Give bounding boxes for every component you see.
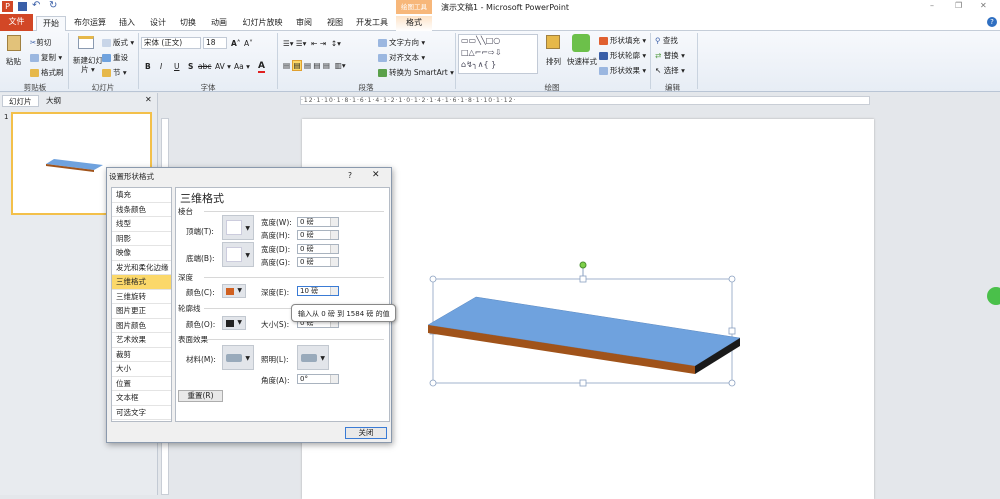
tooltip-text: 输入从 0 磅 到 1584 磅 的值 [298,310,390,318]
dialog-help-button[interactable]: ? [348,171,352,180]
category-item[interactable]: 图片更正 [112,304,171,319]
bevel-top-height-label: 高度(H): [261,231,291,240]
dialog-title: 设置形状格式 [109,172,154,181]
depth-tooltip: 输入从 0 磅 到 1584 磅 的值 [291,304,396,322]
category-item[interactable]: 位置 [112,377,171,391]
category-item[interactable]: 图片颜色 [112,319,171,333]
category-item[interactable]: 线型 [112,217,171,232]
category-item[interactable]: 可选文字 [112,406,171,420]
category-item[interactable]: 映像 [112,246,171,261]
contour-size-label: 大小(S): [261,320,290,329]
angle-input[interactable]: 0° [297,374,339,384]
category-item[interactable]: 艺术效果 [112,333,171,348]
section-contour: 轮廓线 [178,304,380,313]
bevel-top-picker[interactable]: ▼ [222,215,254,240]
dialog-close-action-button[interactable]: 关闭 [345,427,387,439]
lighting-picker[interactable]: ▼ [297,345,329,370]
dialog-close-button[interactable]: ✕ [372,170,380,180]
category-item[interactable]: 三维格式 [112,275,171,290]
category-item[interactable]: 三维旋转 [112,290,171,304]
lighting-label: 照明(L): [261,355,289,364]
bevel-bottom-height-label: 高度(G): [261,258,291,267]
floating-assistant-icon[interactable] [987,287,1000,305]
material-picker[interactable]: ▼ [222,345,254,370]
category-list: 填充 线条颜色 线型 阴影 映像 发光和柔化边缘 三维格式 三维旋转 图片更正 图片颜色 艺术效果裁… [111,187,172,422]
category-item[interactable]: 发光和柔化边缘 [112,261,171,275]
category-item[interactable]: 线条颜色 [112,203,171,217]
depth-color-picker[interactable]: ▼ [222,284,246,298]
bevel-top-height-input[interactable]: 0 磅 [297,230,339,240]
material-label: 材料(M): [186,355,216,364]
bevel-bottom-width-input[interactable]: 0 磅 [297,244,339,254]
bevel-top-label: 顶端(T): [186,227,214,236]
category-item[interactable]: 阴影 [112,232,171,246]
angle-label: 角度(A): [261,376,290,385]
depth-color-label: 颜色(C): [186,288,215,297]
depth-label: 深度(E): [261,288,290,297]
category-item[interactable]: 裁剪 [112,348,171,362]
reset-button[interactable]: 重置(R) [178,390,223,402]
category-item[interactable]: 大小 [112,362,171,377]
bevel-bottom-picker[interactable]: ▼ [222,242,254,267]
bevel-bottom-width-label: 宽度(D): [261,245,291,254]
panel-heading: 三维格式 [180,192,224,205]
section-surface: 表面效果 [178,335,384,344]
bevel-top-width-input[interactable]: 0 磅 [297,217,339,227]
category-item[interactable]: 文本框 [112,391,171,406]
section-depth: 深度 [178,273,384,282]
section-bevel: 棱台 [178,207,384,216]
bevel-bottom-height-input[interactable]: 0 磅 [297,257,339,267]
bevel-top-width-label: 宽度(W): [261,218,292,227]
depth-input[interactable]: 10 磅 [297,286,339,296]
bevel-bottom-label: 底端(B): [186,254,215,263]
rotation-handle[interactable] [579,261,587,269]
contour-color-label: 颜色(O): [186,320,216,329]
contour-color-picker[interactable]: ▼ [222,316,246,330]
category-item[interactable]: 填充 [112,188,171,203]
